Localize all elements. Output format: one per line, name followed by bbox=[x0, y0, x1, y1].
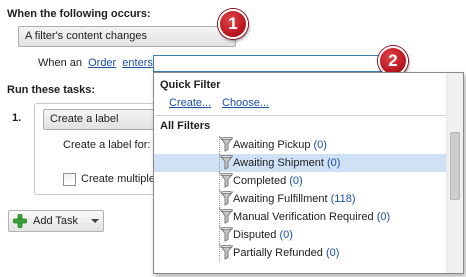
filter-list-item[interactable]: Disputed (0) bbox=[154, 226, 446, 244]
filter-funnel-icon bbox=[219, 137, 234, 152]
add-task-label: Add Task bbox=[33, 215, 79, 227]
action-link[interactable]: enters bbox=[122, 57, 153, 69]
filter-funnel-icon bbox=[219, 245, 234, 260]
popup-separator bbox=[154, 115, 463, 116]
filter-item-count: (0) bbox=[276, 229, 293, 241]
filter-list-item[interactable]: Manual Verification Required (0) bbox=[154, 208, 446, 226]
trigger-heading: When the following occurs: bbox=[7, 8, 151, 20]
filter-funnel-icon bbox=[219, 155, 234, 170]
create-label-for-label: Create a label for: bbox=[63, 139, 151, 151]
quick-filter-heading: Quick Filter bbox=[160, 79, 221, 91]
filter-item-label: Completed (0) bbox=[233, 172, 303, 190]
filter-item-count: (0) bbox=[373, 211, 391, 223]
filter-item-label: Manual Verification Required (0) bbox=[233, 208, 390, 226]
filter-item-name: Awaiting Shipment bbox=[233, 157, 324, 169]
filter-list-item[interactable]: Completed (0) bbox=[154, 172, 446, 190]
filter-list-item[interactable]: Awaiting Fulfillment (118) bbox=[154, 190, 446, 208]
filter-funnel-icon bbox=[219, 209, 234, 224]
filter-item-label: Disputed (0) bbox=[233, 226, 293, 244]
when-row: When an Order enters bbox=[38, 57, 153, 69]
filter-target-input[interactable] bbox=[153, 55, 398, 72]
filter-item-name: Partially Refunded bbox=[233, 247, 323, 259]
add-task-button[interactable]: Add Task bbox=[8, 210, 104, 232]
filter-item-count: (118) bbox=[327, 193, 356, 205]
filter-list-item[interactable]: Awaiting Pickup (0) bbox=[154, 136, 446, 154]
filter-list: Awaiting Pickup (0) Awaiting Shipment (0)… bbox=[154, 136, 446, 273]
filter-item-label: Awaiting Pickup (0) bbox=[233, 136, 327, 154]
filter-chooser-popup: Quick Filter Create... Choose... All Fil… bbox=[153, 72, 464, 274]
filter-item-count: (0) bbox=[322, 247, 340, 259]
tasks-heading: Run these tasks: bbox=[7, 84, 96, 96]
task-step-number: 1. bbox=[12, 112, 22, 124]
filter-item-name: Disputed bbox=[233, 229, 277, 241]
scrollbar-thumb[interactable] bbox=[450, 132, 460, 200]
filter-item-label: Awaiting Fulfillment (118) bbox=[233, 190, 355, 208]
create-multiple-label: Create multiple bbox=[81, 173, 155, 185]
filter-item-name: Awaiting Pickup bbox=[233, 139, 311, 151]
quick-filter-choose-link[interactable]: Choose... bbox=[222, 97, 269, 109]
filter-list-item[interactable]: Partially Refunded (0) bbox=[154, 244, 446, 262]
filter-item-count: (0) bbox=[310, 139, 327, 151]
quick-filter-create-link[interactable]: Create... bbox=[169, 97, 211, 109]
plus-icon bbox=[13, 214, 27, 228]
chevron-down-icon bbox=[91, 219, 100, 223]
when-prefix: When an bbox=[38, 57, 83, 69]
filter-item-label: Partially Refunded (0) bbox=[233, 244, 339, 262]
filter-item-count: (0) bbox=[286, 175, 303, 187]
filter-funnel-icon bbox=[219, 191, 234, 206]
all-filters-heading: All Filters bbox=[160, 120, 211, 132]
filter-item-name: Awaiting Fulfillment bbox=[233, 193, 328, 205]
filter-item-count: (0) bbox=[323, 157, 341, 169]
task-type-value: Create a label bbox=[50, 113, 119, 125]
event-select-value: A filter's content changes bbox=[25, 30, 147, 42]
callout-badge-1: 1 bbox=[218, 9, 248, 39]
filter-funnel-icon bbox=[219, 227, 234, 242]
popup-scrollbar[interactable] bbox=[446, 73, 463, 273]
event-select[interactable]: A filter's content changes bbox=[18, 26, 236, 47]
create-multiple-checkbox[interactable] bbox=[63, 173, 76, 186]
filter-list-item[interactable]: Awaiting Shipment (0) bbox=[154, 154, 446, 172]
filter-item-label: Awaiting Shipment (0) bbox=[233, 154, 340, 172]
object-link[interactable]: Order bbox=[88, 57, 116, 69]
filter-funnel-icon bbox=[219, 173, 234, 188]
filter-item-name: Manual Verification Required bbox=[233, 211, 374, 223]
filter-item-name: Completed bbox=[233, 175, 287, 187]
